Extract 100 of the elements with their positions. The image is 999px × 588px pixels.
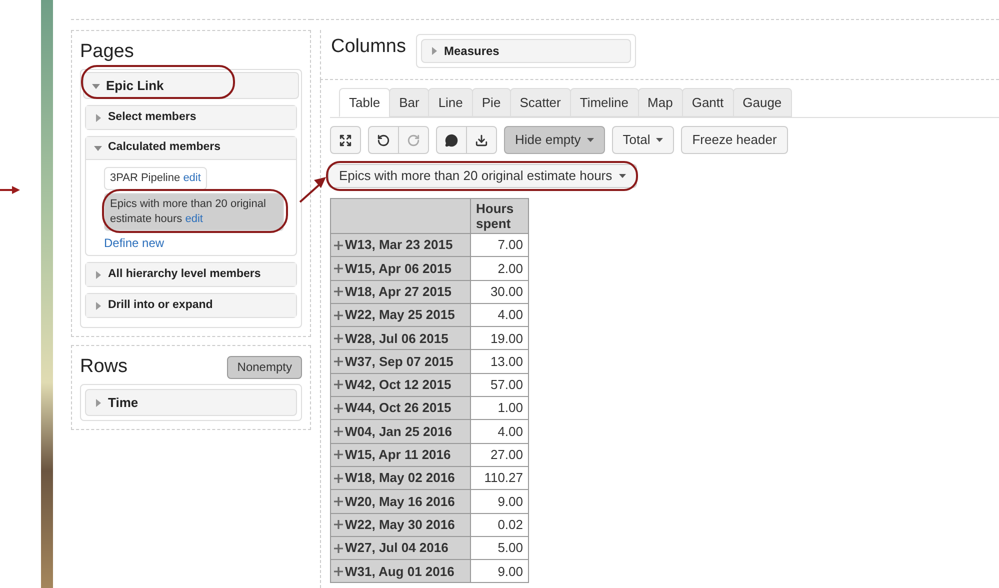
download-button[interactable] [466,126,497,154]
row-label: W44, Oct 26 2015 [345,399,452,418]
row-label: W42, Oct 12 2015 [345,376,452,394]
page-filter-dropdown[interactable]: Epics with more than 20 original estimate hours [328,164,638,188]
chart-type-tab[interactable]: Map [638,88,683,117]
value-cell: 9.00 [470,560,528,583]
toolbar-button[interactable]: Hide empty [504,126,605,154]
row-header-cell[interactable]: W22, May 30 2016 [330,513,470,536]
value-cell: 0.02 [470,513,528,536]
download-icon [475,134,488,146]
panel-title: Rows [80,355,128,379]
nonempty-button[interactable]: Nonempty [227,356,302,378]
row-header-cell[interactable]: W27, Jul 04 2016 [330,536,470,560]
fullscreen-icon [339,134,352,146]
row-label: W20, May 16 2016 [345,492,455,511]
plus-icon [334,496,343,506]
plus-icon [334,357,343,366]
value-cell: 110.27 [470,466,528,490]
row-label: W15, Apr 11 2016 [345,446,451,464]
plus-icon [334,450,343,460]
comment-button[interactable] [436,126,467,154]
dimension-name: Time [108,394,138,412]
value-cell: 7.00 [470,234,528,257]
row-header-cell[interactable]: W18, May 02 2016 [330,466,470,490]
plus-icon [334,427,343,436]
dimension-header[interactable]: Measures [420,39,631,63]
dimension-name: Epic Link [106,76,164,95]
row-label: W22, May 30 2016 [345,516,455,534]
row-label: W13, Mar 23 2015 [345,236,453,254]
plus-icon [334,240,343,250]
panel-title: Pages [80,40,135,64]
value-cell: 19.00 [470,326,528,350]
value-cell: 2.00 [470,256,528,280]
dimension-header[interactable]: Time [85,389,297,416]
chart-type-tab[interactable]: Timeline [570,88,639,117]
plus-icon [334,404,343,413]
plus-icon [334,520,343,530]
row-header-cell[interactable]: W37, Sep 07 2015 [330,350,470,374]
chart-type-tab[interactable]: Gantt [682,88,734,117]
plus-icon [334,310,343,320]
undo-button[interactable] [368,126,399,154]
chart-type-tab[interactable]: Scatter [510,88,571,117]
row-header-cell[interactable]: W15, Apr 06 2015 [330,256,470,280]
row-header-cell[interactable]: W44, Oct 26 2015 [330,396,470,420]
row-header-cell[interactable]: W31, Aug 01 2016 [330,560,470,583]
value-cell: 9.00 [470,490,528,514]
toolbar-button[interactable]: Total [612,126,674,154]
section-title: Drill into or expand [108,298,213,313]
chart-type-tab[interactable]: Line [428,88,473,117]
dimension-name: Measures [444,43,500,60]
chart-type-tab[interactable]: Table [339,88,390,117]
section-header[interactable]: Select members [86,106,296,129]
section-header[interactable]: All hierarchy level members [86,263,296,286]
row-header-cell[interactable]: W04, Jan 25 2016 [330,420,470,444]
row-header-cell[interactable]: W28, Jul 06 2015 [330,326,470,350]
plus-icon [334,380,343,390]
chart-type-tab[interactable]: Pie [472,88,511,117]
row-label: W37, Sep 07 2015 [345,352,454,371]
toolbar-button[interactable]: Freeze header [681,126,788,154]
value-cell: 27.00 [470,443,528,466]
fullscreen-button[interactable] [330,126,361,154]
chart-type-tab[interactable]: Gauge [732,88,792,117]
calculated-member-chip[interactable]: Epics with more than 20 original estimate hours edit [104,193,284,231]
row-header-cell[interactable]: W22, May 25 2015 [330,303,470,327]
value-cell: 5.00 [470,536,528,560]
row-label: W18, May 02 2016 [345,469,455,488]
plus-icon [334,334,343,343]
row-header-cell[interactable]: W18, Apr 27 2015 [330,280,470,304]
row-header-cell[interactable]: W42, Oct 12 2015 [330,373,470,397]
value-cell: 4.00 [470,420,528,444]
row-label: W27, Jul 04 2016 [345,539,448,558]
section-title: Calculated members [108,140,220,156]
annotation-arrow [0,186,20,194]
panel-title: Columns [331,35,406,59]
row-label: W04, Jan 25 2016 [345,422,452,441]
dimension-header[interactable]: Epic Link [83,72,299,99]
section-header[interactable]: Calculated members [86,137,296,160]
dropdown-caret-icon [619,174,626,178]
column-header: Hours spent [470,198,528,234]
value-cell: 30.00 [470,280,528,304]
row-header-cell[interactable]: W13, Mar 23 2015 [330,234,470,257]
define-new-link[interactable]: Define new [104,234,164,252]
edit-link[interactable]: edit [183,172,201,184]
plus-icon [334,566,343,576]
row-label: W28, Jul 06 2015 [345,330,448,348]
speech-bubble-icon [445,134,458,146]
undo-icon [377,134,390,146]
section-header[interactable]: Drill into or expand [86,294,296,317]
value-cell: 57.00 [470,373,528,397]
plus-icon [334,287,343,296]
redo-icon [407,134,420,146]
value-cell: 4.00 [470,303,528,327]
section-title: Select members [108,110,196,125]
row-header-cell[interactable]: W15, Apr 11 2016 [330,443,470,466]
row-label: W15, Apr 06 2015 [345,260,452,278]
plus-icon [334,264,343,273]
plus-icon [334,544,343,552]
row-header-cell[interactable]: W20, May 16 2016 [330,490,470,514]
calculated-member-chip[interactable]: 3PAR Pipeline edit [104,167,207,190]
chart-type-tab[interactable]: Bar [389,88,430,117]
